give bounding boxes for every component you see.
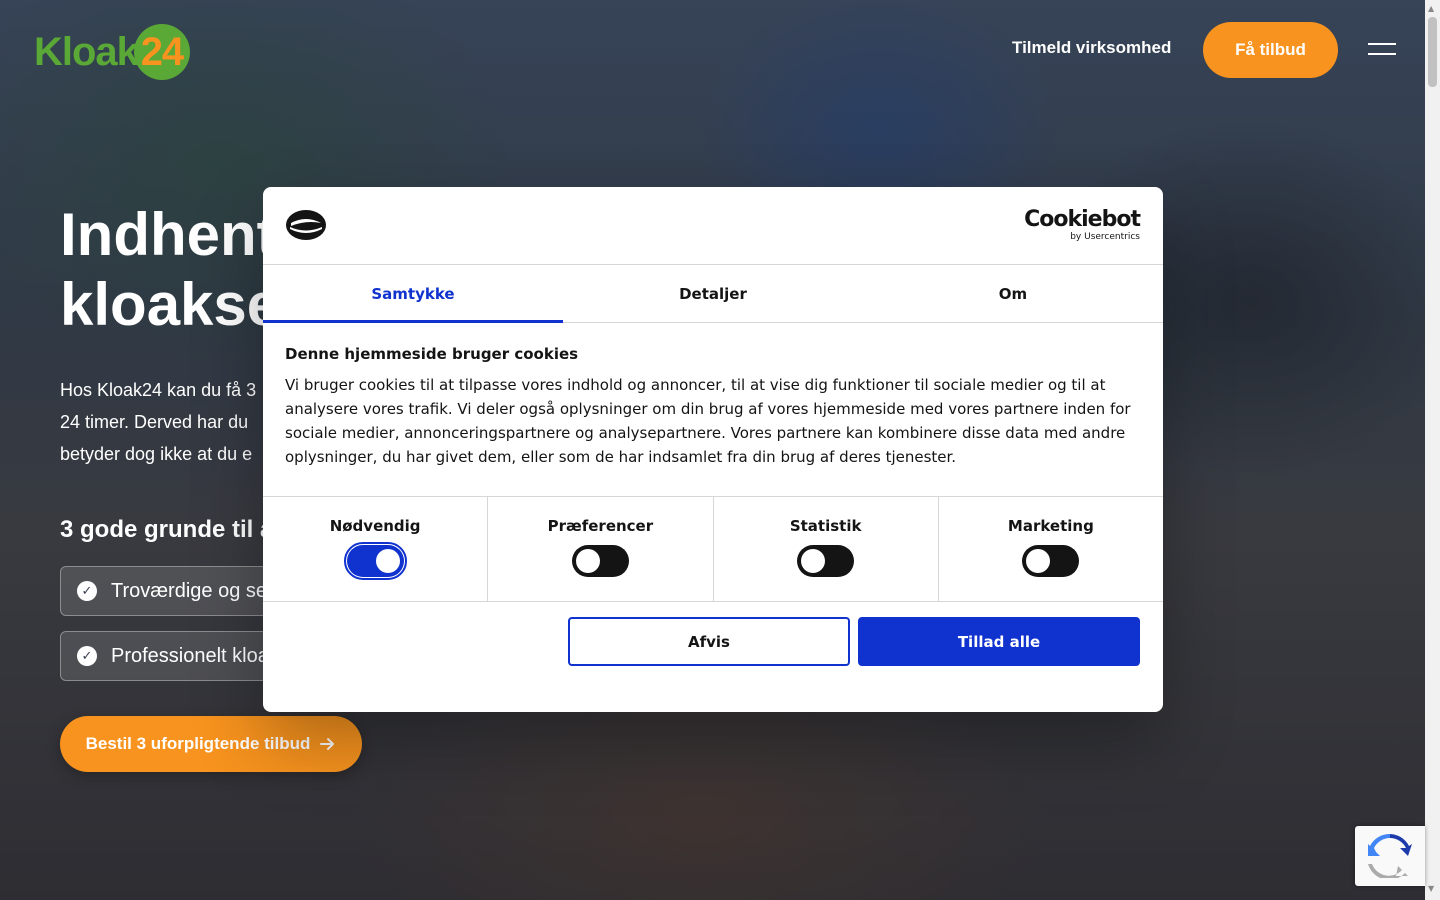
- site-logo[interactable]: Kloak 24: [34, 24, 190, 80]
- intro-line-1: Hos Kloak24 kan du få 3: [60, 380, 257, 400]
- get-quote-button[interactable]: Få tilbud: [1203, 22, 1338, 78]
- reason-text: Professionelt kloa: [111, 644, 269, 667]
- dialog-body: Denne hjemmeside bruger cookies Vi bruge…: [263, 323, 1163, 497]
- toggle-necessary: Nødvendig: [263, 497, 489, 601]
- check-circle-icon: ✓: [77, 581, 97, 601]
- recaptcha-icon: [1368, 834, 1412, 878]
- cookie-consent-dialog: Cookiebot by Usercentrics Samtykke Detal…: [263, 187, 1163, 712]
- tab-about[interactable]: Om: [863, 265, 1163, 322]
- hamburger-icon[interactable]: [1368, 43, 1396, 57]
- scroll-up-icon[interactable]: ▲: [1428, 4, 1434, 13]
- cookiebot-brand[interactable]: Cookiebot by Usercentrics: [1024, 207, 1141, 243]
- page-scrollbar[interactable]: ▲ ▼: [1425, 0, 1440, 900]
- tab-details[interactable]: Detaljer: [563, 265, 863, 322]
- scroll-down-icon[interactable]: ▼: [1428, 884, 1434, 893]
- logo-number: 24: [133, 24, 190, 80]
- site-header: Kloak 24 Tilmeld virksomhed Få tilbud: [0, 0, 1425, 100]
- logo-text: Kloak: [34, 29, 139, 74]
- deny-button[interactable]: Afvis: [568, 617, 850, 666]
- check-circle-icon: ✓: [77, 646, 97, 666]
- intro-line-2: 24 timer. Derved har du: [60, 412, 249, 432]
- dialog-header: Cookiebot by Usercentrics: [263, 187, 1163, 265]
- recaptcha-badge[interactable]: [1355, 826, 1425, 886]
- dialog-description: Vi bruger cookies til at tilpasse vores …: [285, 376, 1131, 466]
- nav-link-register-company[interactable]: Tilmeld virksomhed: [1012, 38, 1171, 58]
- preferences-switch[interactable]: [571, 545, 629, 577]
- marketing-switch[interactable]: [1022, 545, 1080, 577]
- dialog-actions: Afvis Tillad alle: [263, 602, 1163, 688]
- tab-consent[interactable]: Samtykke: [263, 265, 563, 323]
- consent-toggles: Nødvendig Præferencer Statistik Marketin…: [263, 497, 1163, 602]
- arrow-right-icon: [320, 738, 335, 750]
- toggle-label: Nødvendig: [329, 517, 421, 535]
- allow-all-button[interactable]: Tillad alle: [858, 617, 1140, 666]
- statistics-switch[interactable]: [797, 545, 855, 577]
- reasons-title: 3 gode grunde til at: [60, 516, 282, 543]
- toggle-statistics: Statistik: [714, 497, 939, 601]
- toggle-preferences: Præferencer: [488, 497, 714, 601]
- toggle-label: Statistik: [789, 517, 862, 535]
- order-quotes-label: Bestil 3 uforpligtende tilbud: [85, 734, 311, 753]
- intro-line-3: betyder dog ikke at du e: [60, 444, 253, 464]
- cookie-logo-icon: [286, 210, 326, 240]
- headline-line-1: Indhent: [60, 201, 277, 268]
- reason-text: Troværdige og se: [111, 579, 267, 602]
- headline-line-2: kloakse: [60, 271, 281, 338]
- toggle-marketing: Marketing: [939, 497, 1163, 601]
- dialog-title: Denne hjemmeside bruger cookies: [285, 345, 579, 363]
- order-quotes-button[interactable]: Bestil 3 uforpligtende tilbud: [60, 716, 362, 772]
- scrollbar-thumb[interactable]: [1428, 17, 1437, 87]
- hero-headline: Indhent kloakse: [60, 200, 280, 340]
- necessary-switch[interactable]: [343, 542, 407, 580]
- toggle-label: Præferencer: [547, 517, 654, 535]
- cookiebot-by-line: by Usercentrics: [1070, 232, 1140, 242]
- cookiebot-name: Cookiebot: [1024, 207, 1141, 232]
- toggle-label: Marketing: [1007, 517, 1094, 535]
- dialog-tabs: Samtykke Detaljer Om: [263, 265, 1163, 323]
